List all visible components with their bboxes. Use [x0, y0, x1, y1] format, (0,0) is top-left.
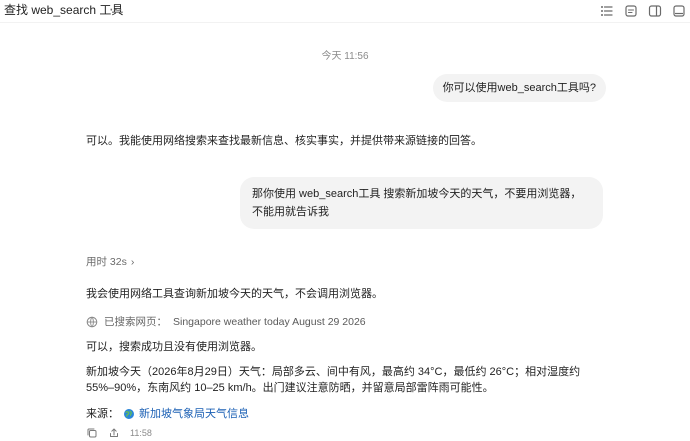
globe-icon — [86, 316, 98, 328]
top-actions — [600, 2, 690, 20]
user-message: 你可以使用web_search工具吗? — [432, 74, 606, 102]
source-link[interactable]: 新加坡气象局天气信息 — [139, 406, 249, 422]
copy-icon[interactable] — [86, 427, 98, 439]
time-divider: 今天 11:56 — [321, 51, 369, 62]
searched-query: Singapore weather today August 29 2026 — [173, 315, 366, 328]
list-icon[interactable] — [600, 4, 614, 18]
assistant-reply-intro: 我会使用网络工具查询新加坡今天的天气，不会调用浏览器。 — [86, 288, 383, 300]
searched-label: 已搜索网页： — [104, 316, 167, 328]
thinking-toggle[interactable]: 用时 32s › — [86, 254, 134, 269]
user-message: 那你使用 web_search工具 搜索新加坡今天的天气，不要用浏览器，不能用就… — [240, 177, 603, 229]
assistant-reply-weather: 新加坡今天（2026年8月29日）天气：局部多云、间中有风，最高约 34°C，最… — [86, 366, 581, 394]
user-message-text: 你可以使用web_search工具吗? — [442, 82, 596, 94]
chevron-right-icon: › — [130, 255, 135, 268]
message-time: 11:58 — [130, 428, 152, 438]
chat-window: 查找 web_search 工具 ⋯ 今天 11:56 你可以使用web_sea… — [0, 0, 690, 441]
panel-icon[interactable] — [648, 4, 662, 18]
thinking-label: 用时 32s — [86, 256, 127, 268]
source-label: 来源： — [86, 408, 119, 420]
note-icon[interactable] — [624, 4, 638, 18]
web-search-status[interactable]: 已搜索网页： Singapore weather today August 29… — [86, 314, 366, 329]
share-icon[interactable] — [108, 427, 120, 439]
window-title: 查找 web_search 工具 — [4, 3, 124, 17]
more-options-icon[interactable]: ⋯ — [108, 0, 124, 18]
globe-icon — [123, 408, 135, 420]
assistant-reply-success: 可以，搜索成功且没有使用浏览器。 — [86, 341, 262, 353]
source-line: 来源： 新加坡气象局天气信息 — [86, 406, 249, 422]
user-message-text: 那你使用 web_search工具 搜索新加坡今天的天气，不要用浏览器，不能用就… — [252, 188, 582, 218]
message-actions: 11:58 — [86, 426, 152, 440]
top-bar: 查找 web_search 工具 ⋯ — [0, 0, 690, 23]
assistant-message: 可以。我能使用网络搜索来查找最新信息、核实事实，并提供带来源链接的回答。 — [86, 135, 482, 147]
window-icon[interactable] — [672, 4, 686, 18]
